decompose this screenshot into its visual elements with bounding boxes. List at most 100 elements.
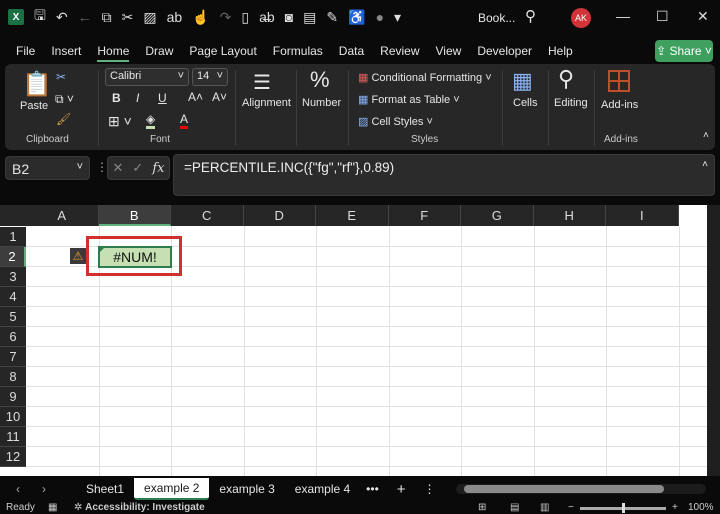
column-header-f[interactable]: F [388, 205, 461, 226]
camera-icon[interactable]: ◙ [285, 9, 293, 25]
print-preview-icon[interactable]: ▤ [303, 9, 316, 26]
row-header-5[interactable]: 5 [0, 307, 26, 327]
name-box[interactable]: B2 ˅ [5, 156, 90, 180]
tab-review[interactable]: Review [380, 44, 419, 58]
sheet-tab[interactable]: Sheet1 [76, 482, 134, 496]
paste-icon[interactable]: 📋 [22, 70, 52, 99]
add-ins-icon[interactable] [608, 70, 630, 92]
select-all-button[interactable] [0, 205, 26, 226]
add-ins-button[interactable]: Add-ins [601, 99, 638, 111]
row-header-3[interactable]: 3 [0, 267, 26, 287]
borders-icon[interactable]: ⊞ ˅ [108, 113, 132, 130]
search-magnifier-icon[interactable]: ⚲ [558, 66, 574, 92]
more-sheets-icon[interactable]: ••• [366, 482, 379, 496]
search-icon[interactable]: ⚲ [525, 7, 536, 25]
format-as-table-button[interactable]: ▦ Format as Table ˅ [358, 93, 460, 106]
share-button[interactable]: ⇪ Share ˅ [655, 40, 713, 62]
decrease-font-icon[interactable]: A˅ [212, 90, 227, 104]
cell-styles-button[interactable]: ▨ Cell Styles ˅ [358, 115, 433, 128]
column-header-i[interactable]: I [606, 205, 679, 226]
enter-icon[interactable]: ✓ [132, 160, 143, 176]
column-header-c[interactable]: C [171, 205, 244, 226]
format-painter-icon[interactable]: 🖌 [56, 112, 71, 126]
row-header-9[interactable]: 9 [0, 387, 26, 407]
cells-icon[interactable]: ▦ [512, 68, 533, 94]
accessibility-status[interactable]: ✲ Accessibility: Investigate [74, 502, 205, 513]
options-icon[interactable]: ⋮ [424, 482, 436, 496]
new-icon[interactable]: ▯ [241, 9, 249, 26]
column-header-b[interactable]: B [98, 205, 171, 226]
strikethrough-icon[interactable]: a̶b [259, 9, 275, 25]
sheet-tab[interactable]: example 2 [134, 478, 210, 500]
column-header-g[interactable]: G [461, 205, 534, 226]
tab-help[interactable]: Help [548, 44, 573, 58]
scrollbar-thumb[interactable] [463, 485, 664, 493]
row-header-11[interactable]: 11 [0, 427, 26, 447]
font-name-select[interactable]: Calibri ˅ [105, 68, 189, 86]
font-color-icon[interactable]: A [180, 112, 189, 129]
sheet-tab[interactable]: example 4 [285, 482, 360, 496]
tab-data[interactable]: Data [339, 44, 364, 58]
formula-input[interactable]: =PERCENTILE.INC({"fg","rf"},0.89) ˄ [173, 154, 715, 196]
insert-function-icon[interactable]: fx [152, 161, 164, 176]
touch-icon[interactable]: ☝ [192, 9, 209, 26]
number-button[interactable]: Number [302, 97, 341, 109]
zoom-level[interactable]: 100% [688, 502, 714, 513]
row-header-7[interactable]: 7 [0, 347, 26, 367]
alignment-button[interactable]: Alignment [242, 97, 291, 109]
row-header-2[interactable]: 2 [0, 247, 26, 267]
row-header-10[interactable]: 10 [0, 407, 26, 427]
paste-button[interactable]: Paste [20, 100, 48, 112]
avatar[interactable]: AK [571, 8, 591, 28]
column-header-a[interactable]: A [26, 205, 99, 226]
zoom-slider-handle[interactable] [622, 503, 625, 513]
tab-home[interactable]: Home [97, 44, 130, 62]
column-header-e[interactable]: E [316, 205, 389, 226]
redo-icon[interactable]: ↷ [220, 9, 232, 26]
editing-button[interactable]: Editing [554, 97, 588, 109]
zoom-out-icon[interactable]: − [568, 502, 574, 513]
column-header-d[interactable]: D [243, 205, 316, 226]
underline-button[interactable]: U [158, 91, 167, 105]
add-sheet-icon[interactable]: + [397, 481, 406, 498]
expand-formula-icon[interactable]: ˄ [702, 159, 708, 170]
accessibility-icon[interactable]: ♿ [348, 9, 365, 26]
back-icon[interactable]: ← [78, 9, 92, 25]
copy-icon[interactable]: ⧉ [102, 9, 112, 26]
close-icon[interactable]: ✕ [697, 8, 709, 25]
row-header-12[interactable]: 12 [0, 447, 26, 467]
page-break-icon[interactable]: ▥ [540, 502, 549, 513]
cell-b2[interactable]: #NUM! [98, 246, 172, 268]
increase-font-icon[interactable]: A˄ [188, 90, 203, 104]
customize-icon[interactable]: ▾ [394, 9, 401, 26]
tab-developer[interactable]: Developer [477, 44, 532, 58]
vertical-scrollbar[interactable] [707, 205, 720, 476]
italic-button[interactable]: I [136, 91, 139, 105]
format-icon[interactable]: ▨ [143, 9, 156, 26]
form-icon[interactable]: ✎ [326, 9, 338, 26]
prev-sheet-icon[interactable]: ‹ [16, 482, 20, 496]
row-header-4[interactable]: 4 [0, 287, 26, 307]
zoom-in-icon[interactable]: + [672, 502, 678, 513]
bold-button[interactable]: B [112, 91, 121, 105]
tab-draw[interactable]: Draw [145, 44, 173, 58]
save-icon[interactable]: 🖫 [34, 5, 46, 29]
copy-icon[interactable]: ⧉ ˅ [55, 92, 74, 107]
row-header-1[interactable]: 1 [0, 227, 26, 247]
record-icon[interactable]: ● [376, 9, 384, 25]
tab-formulas[interactable]: Formulas [273, 44, 323, 58]
error-warning-icon[interactable]: ⚠ [70, 248, 86, 264]
next-sheet-icon[interactable]: › [42, 482, 46, 496]
tab-view[interactable]: View [436, 44, 462, 58]
cut-icon[interactable]: ✂ [122, 9, 134, 26]
normal-view-icon[interactable]: ⊞ [478, 502, 486, 513]
cut-icon[interactable]: ✂ [56, 70, 66, 84]
row-header-8[interactable]: 8 [0, 367, 26, 387]
percent-icon[interactable]: % [310, 67, 330, 93]
alignment-icon[interactable]: ☰ [253, 70, 271, 95]
tab-insert[interactable]: Insert [51, 44, 81, 58]
macro-icon[interactable]: ▦ [48, 502, 57, 513]
undo-icon[interactable]: ↶ [56, 9, 68, 26]
row-header-6[interactable]: 6 [0, 327, 26, 347]
sheet-tab[interactable]: example 3 [209, 482, 284, 496]
